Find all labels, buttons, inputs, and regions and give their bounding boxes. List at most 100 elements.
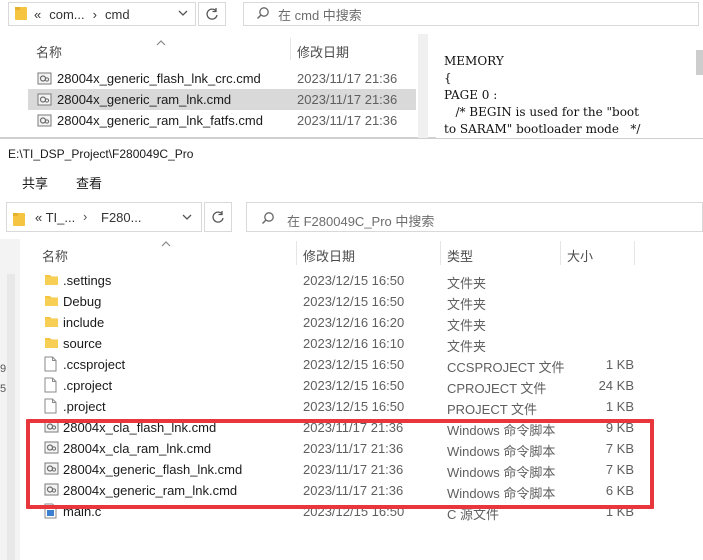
preview-line: { bbox=[444, 71, 452, 85]
search-box[interactable]: 在 F280049C_Pro 中搜索 bbox=[246, 202, 703, 232]
preview-line: to SARAM" bootloader mode */ bbox=[444, 122, 641, 136]
file-name: .ccsproject bbox=[63, 357, 126, 372]
file-list: 名称 修改日期 类型 大小 .settings 2023/12/15 16:50 文… bbox=[28, 239, 703, 560]
breadcrumb-item[interactable]: cmd bbox=[105, 7, 130, 22]
file-name: 28004x_generic_ram_lnk_fatfs.cmd bbox=[57, 113, 263, 128]
nav-pane-clipped-text: 9 5 bbox=[0, 363, 6, 395]
background-address-bar[interactable]: « com... › cmd bbox=[8, 2, 196, 26]
file-type: 文件夹 bbox=[447, 318, 487, 333]
file-name: 28004x_generic_flash_lnk_crc.cmd bbox=[57, 71, 261, 86]
file-date: 2023/12/15 16:50 bbox=[303, 378, 405, 393]
chevron-down-icon[interactable] bbox=[181, 211, 193, 226]
search-icon bbox=[256, 6, 270, 23]
column-header-name[interactable]: 名称 bbox=[36, 42, 62, 61]
preview-scrollbar-thumb[interactable] bbox=[696, 50, 703, 75]
file-row[interactable]: main.c 2023/12/15 16:50 C 源文件 1 KB bbox=[36, 501, 666, 522]
file-type: 文件夹 bbox=[447, 276, 487, 291]
preview-pane: MEMORY { PAGE 0 : /* BEGIN is used for t… bbox=[436, 34, 703, 138]
refresh-button[interactable] bbox=[198, 2, 226, 26]
file-name: 28004x_cla_ram_lnk.cmd bbox=[63, 441, 212, 456]
file-icon bbox=[44, 398, 57, 417]
file-date: 2023/11/17 21:36 bbox=[297, 71, 398, 86]
breadcrumb-current[interactable]: F280... bbox=[101, 210, 141, 225]
column-separator[interactable] bbox=[296, 241, 297, 265]
file-name: .project bbox=[63, 399, 106, 414]
refresh-icon bbox=[206, 8, 218, 20]
window-title: E:\TI_DSP_Project\F280049C_Pro bbox=[8, 147, 194, 161]
clipped-char: 5 bbox=[0, 383, 7, 395]
file-name: .settings bbox=[63, 273, 112, 288]
tab-view[interactable]: 查看 bbox=[76, 173, 102, 192]
column-separator[interactable] bbox=[560, 241, 561, 265]
file-date: 2023/12/15 16:50 bbox=[303, 294, 405, 309]
cmd-script-icon bbox=[37, 92, 52, 110]
file-row[interactable]: .project 2023/12/15 16:50 PROJECT 文件 1 KB bbox=[36, 396, 666, 417]
search-placeholder: 在 F280049C_Pro 中搜索 bbox=[287, 214, 435, 229]
file-date: 2023/12/15 16:50 bbox=[303, 504, 405, 519]
folder-icon bbox=[44, 272, 59, 290]
file-row-selected[interactable]: 28004x_generic_ram_lnk.cmd 2023/11/17 21… bbox=[28, 89, 416, 110]
file-row[interactable]: 28004x_cla_ram_lnk.cmd 2023/11/17 21:36 Wi… bbox=[36, 438, 666, 459]
file-date: 2023/12/16 16:20 bbox=[303, 315, 405, 330]
file-name: source bbox=[63, 336, 103, 351]
column-header-date[interactable]: 修改日期 bbox=[297, 42, 349, 61]
file-type: Windows 命令脚本 bbox=[447, 486, 556, 501]
folder-icon bbox=[14, 5, 28, 24]
refresh-button[interactable] bbox=[204, 202, 232, 232]
preview-line: PAGE 0 : bbox=[444, 88, 498, 102]
breadcrumb-overflow[interactable]: « bbox=[34, 7, 41, 22]
file-row[interactable]: 28004x_cla_flash_lnk.cmd 2023/11/17 21:36… bbox=[36, 417, 666, 438]
file-size: 1 KB bbox=[605, 399, 634, 414]
column-header-name[interactable]: 名称 bbox=[42, 246, 68, 265]
navigation-scrollbar[interactable] bbox=[7, 274, 15, 560]
breadcrumb-separator: › bbox=[92, 6, 97, 22]
folder-icon bbox=[44, 335, 59, 353]
background-file-list: 名称 修改日期 28004x_generic_flash_lnk_crc.cmd… bbox=[28, 34, 426, 138]
file-name: 28004x_generic_flash_lnk.cmd bbox=[63, 462, 243, 477]
chevron-down-icon[interactable] bbox=[177, 7, 189, 22]
search-placeholder: 在 cmd 中搜索 bbox=[278, 7, 362, 23]
preview-line: /* BEGIN is used for the "boot bbox=[444, 105, 639, 119]
column-separator[interactable] bbox=[634, 241, 635, 265]
file-icon bbox=[44, 377, 57, 396]
file-icon bbox=[44, 356, 57, 375]
background-list-scrollbar[interactable] bbox=[418, 34, 428, 138]
folder-icon bbox=[44, 314, 59, 332]
column-separator[interactable] bbox=[440, 241, 441, 265]
breadcrumb-item[interactable]: « TI_... bbox=[35, 210, 75, 225]
explorer-window: E:\TI_DSP_Project\F280049C_Pro 共享 查看 « T… bbox=[0, 138, 703, 560]
address-bar[interactable]: « TI_... › F280... bbox=[6, 202, 202, 232]
sort-ascending-icon bbox=[156, 34, 166, 49]
background-search-box[interactable]: 在 cmd 中搜索 bbox=[243, 2, 699, 26]
cmd-script-icon bbox=[44, 440, 59, 458]
file-row[interactable]: .settings 2023/12/15 16:50 文件夹 bbox=[36, 270, 666, 291]
file-row[interactable]: 28004x_generic_ram_lnk_fatfs.cmd 2023/11… bbox=[28, 110, 416, 131]
file-row[interactable]: 28004x_generic_flash_lnk.cmd 2023/11/17 2… bbox=[36, 459, 666, 480]
file-type: CCSPROJECT 文件 bbox=[447, 360, 565, 375]
column-header-date[interactable]: 修改日期 bbox=[303, 246, 355, 265]
column-separator[interactable] bbox=[290, 38, 291, 60]
file-name: include bbox=[63, 315, 105, 330]
cmd-script-icon bbox=[44, 419, 59, 437]
file-type: Windows 命令脚本 bbox=[447, 423, 556, 438]
file-row[interactable]: source 2023/12/16 16:10 文件夹 bbox=[36, 333, 666, 354]
file-row[interactable]: .ccsproject 2023/12/15 16:50 CCSPROJECT 文件… bbox=[36, 354, 666, 375]
background-explorer-window: « com... › cmd 在 cmd 中搜索 名称 修改日期 28004x_… bbox=[0, 0, 703, 138]
breadcrumb-item[interactable]: com... bbox=[49, 7, 84, 22]
tab-share[interactable]: 共享 bbox=[22, 173, 48, 192]
c-source-file-icon bbox=[44, 503, 57, 522]
file-type: Windows 命令脚本 bbox=[447, 465, 556, 480]
file-name: main.c bbox=[63, 504, 102, 519]
file-row[interactable]: 28004x_generic_ram_lnk.cmd 2023/11/17 21:… bbox=[36, 480, 666, 501]
file-date: 2023/12/16 16:10 bbox=[303, 336, 405, 351]
column-header-type[interactable]: 类型 bbox=[447, 246, 473, 265]
file-date: 2023/11/17 21:36 bbox=[303, 420, 404, 435]
file-row[interactable]: 28004x_generic_flash_lnk_crc.cmd 2023/11… bbox=[28, 68, 416, 89]
file-row[interactable]: include 2023/12/16 16:20 文件夹 bbox=[36, 312, 666, 333]
file-date: 2023/11/17 21:36 bbox=[303, 483, 404, 498]
file-row[interactable]: Debug 2023/12/15 16:50 文件夹 bbox=[36, 291, 666, 312]
column-header-size[interactable]: 大小 bbox=[567, 246, 593, 265]
folder-icon bbox=[12, 211, 26, 230]
navigation-pane-edge[interactable] bbox=[0, 239, 20, 560]
file-row[interactable]: .cproject 2023/12/15 16:50 CPROJECT 文件 24 K… bbox=[36, 375, 666, 396]
